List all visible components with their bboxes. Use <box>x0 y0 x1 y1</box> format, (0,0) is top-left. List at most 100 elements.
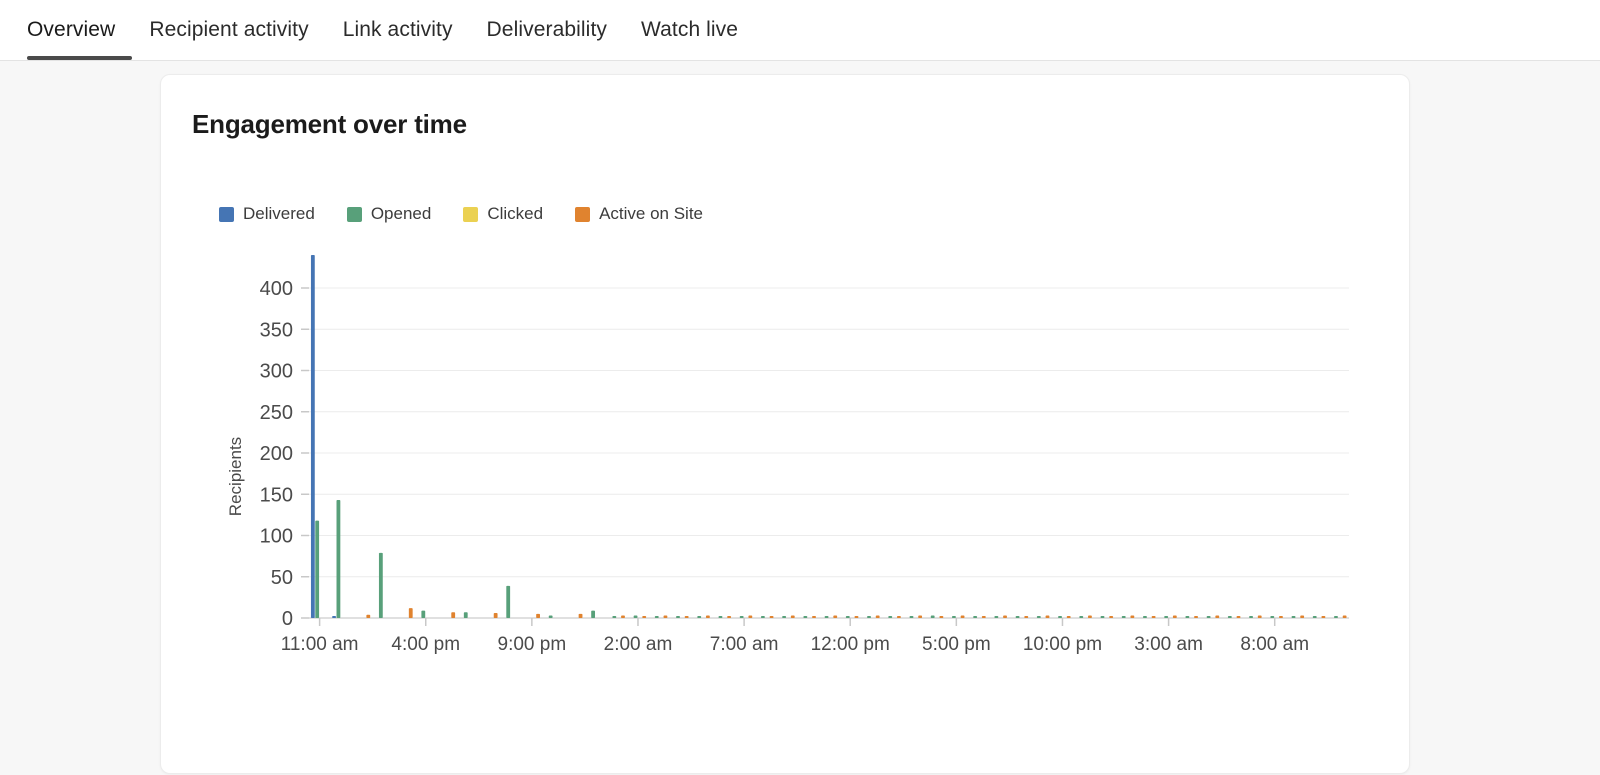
tab-overview[interactable]: Overview <box>18 0 132 60</box>
bar[interactable] <box>740 616 744 618</box>
x-axis-tick-label: 5:00 pm <box>922 634 991 655</box>
bar[interactable] <box>464 612 468 618</box>
bar[interactable] <box>1046 616 1050 618</box>
y-axis-tick-label: 150 <box>260 484 293 506</box>
bar[interactable] <box>1228 616 1232 618</box>
bar[interactable] <box>697 616 701 618</box>
bar[interactable] <box>939 616 943 618</box>
tab-link-activity[interactable]: Link activity <box>326 0 470 60</box>
bar[interactable] <box>634 616 638 618</box>
bar[interactable] <box>876 616 880 618</box>
bar[interactable] <box>803 616 807 618</box>
tab-watch-live[interactable]: Watch live <box>624 0 755 60</box>
bar[interactable] <box>782 616 786 618</box>
bar[interactable] <box>1292 616 1296 618</box>
bar[interactable] <box>897 616 901 618</box>
engagement-chart-svg: 050100150200250300350400Recipients11:00 … <box>161 75 1411 775</box>
bar[interactable] <box>311 255 315 618</box>
bar[interactable] <box>1122 616 1126 618</box>
bar[interactable] <box>1152 616 1156 618</box>
bar[interactable] <box>506 586 510 618</box>
bar[interactable] <box>1173 616 1177 618</box>
bar[interactable] <box>1215 616 1219 618</box>
bar[interactable] <box>1079 616 1083 618</box>
bar[interactable] <box>706 616 710 618</box>
bar[interactable] <box>1088 616 1092 618</box>
bar[interactable] <box>621 616 625 618</box>
bar[interactable] <box>867 616 871 618</box>
bar[interactable] <box>1101 616 1105 618</box>
bar[interactable] <box>366 615 370 618</box>
bar[interactable] <box>685 616 689 618</box>
bar[interactable] <box>888 616 892 618</box>
bar[interactable] <box>1130 616 1134 618</box>
bar[interactable] <box>1270 616 1274 618</box>
bar[interactable] <box>664 616 668 618</box>
bar[interactable] <box>421 611 425 618</box>
bar[interactable] <box>1313 616 1317 618</box>
bar[interactable] <box>918 616 922 618</box>
bar[interactable] <box>1067 616 1071 618</box>
bar[interactable] <box>1237 616 1241 618</box>
bar[interactable] <box>549 616 553 618</box>
bar[interactable] <box>337 500 341 618</box>
tab-recipient-activity[interactable]: Recipient activity <box>132 0 325 60</box>
bar[interactable] <box>833 616 837 618</box>
x-axis-tick-label: 9:00 pm <box>498 634 567 655</box>
bar[interactable] <box>494 613 498 618</box>
bar[interactable] <box>719 616 723 618</box>
bar[interactable] <box>825 616 829 618</box>
bar[interactable] <box>982 616 986 618</box>
bar[interactable] <box>315 521 319 618</box>
x-axis-tick-label: 7:00 am <box>710 634 779 655</box>
bar[interactable] <box>1279 616 1283 618</box>
bar[interactable] <box>591 611 595 618</box>
bar[interactable] <box>1258 616 1262 618</box>
bar[interactable] <box>994 616 998 618</box>
bar[interactable] <box>812 616 816 618</box>
bar[interactable] <box>1207 616 1211 618</box>
bar[interactable] <box>961 616 965 618</box>
bar[interactable] <box>1058 616 1062 618</box>
bar[interactable] <box>1024 616 1028 618</box>
bar[interactable] <box>761 616 765 618</box>
bar[interactable] <box>379 553 383 618</box>
bar[interactable] <box>973 616 977 618</box>
y-axis-tick-label: 100 <box>260 526 293 548</box>
bar[interactable] <box>952 616 956 618</box>
bar[interactable] <box>332 616 336 618</box>
tab-deliverability-label: Deliverability <box>487 18 607 42</box>
bar[interactable] <box>1300 616 1304 618</box>
bar[interactable] <box>846 616 850 618</box>
bar[interactable] <box>748 616 752 618</box>
bar[interactable] <box>642 616 646 618</box>
bar[interactable] <box>1037 616 1041 618</box>
bar[interactable] <box>536 614 540 618</box>
y-axis-tick-label: 50 <box>271 567 293 589</box>
bar[interactable] <box>1109 616 1113 618</box>
bar[interactable] <box>1185 616 1189 618</box>
engagement-card: Engagement over time DeliveredOpenedClic… <box>160 74 1410 774</box>
bar[interactable] <box>1343 616 1347 618</box>
bar[interactable] <box>451 612 455 618</box>
bar[interactable] <box>1003 616 1007 618</box>
bar[interactable] <box>770 616 774 618</box>
bar[interactable] <box>1249 616 1253 618</box>
bar[interactable] <box>910 616 914 618</box>
bar[interactable] <box>791 616 795 618</box>
bar[interactable] <box>1194 616 1198 618</box>
bar[interactable] <box>1334 616 1338 618</box>
bar[interactable] <box>1164 616 1168 618</box>
bar[interactable] <box>409 608 413 618</box>
bar[interactable] <box>1321 616 1325 618</box>
bar[interactable] <box>1143 616 1147 618</box>
bar[interactable] <box>676 616 680 618</box>
bar[interactable] <box>855 616 859 618</box>
bar[interactable] <box>1016 616 1020 618</box>
bar[interactable] <box>727 616 731 618</box>
bar[interactable] <box>655 616 659 618</box>
bar[interactable] <box>579 614 583 618</box>
bar[interactable] <box>931 616 935 618</box>
bar[interactable] <box>612 616 616 618</box>
tab-deliverability[interactable]: Deliverability <box>470 0 624 60</box>
